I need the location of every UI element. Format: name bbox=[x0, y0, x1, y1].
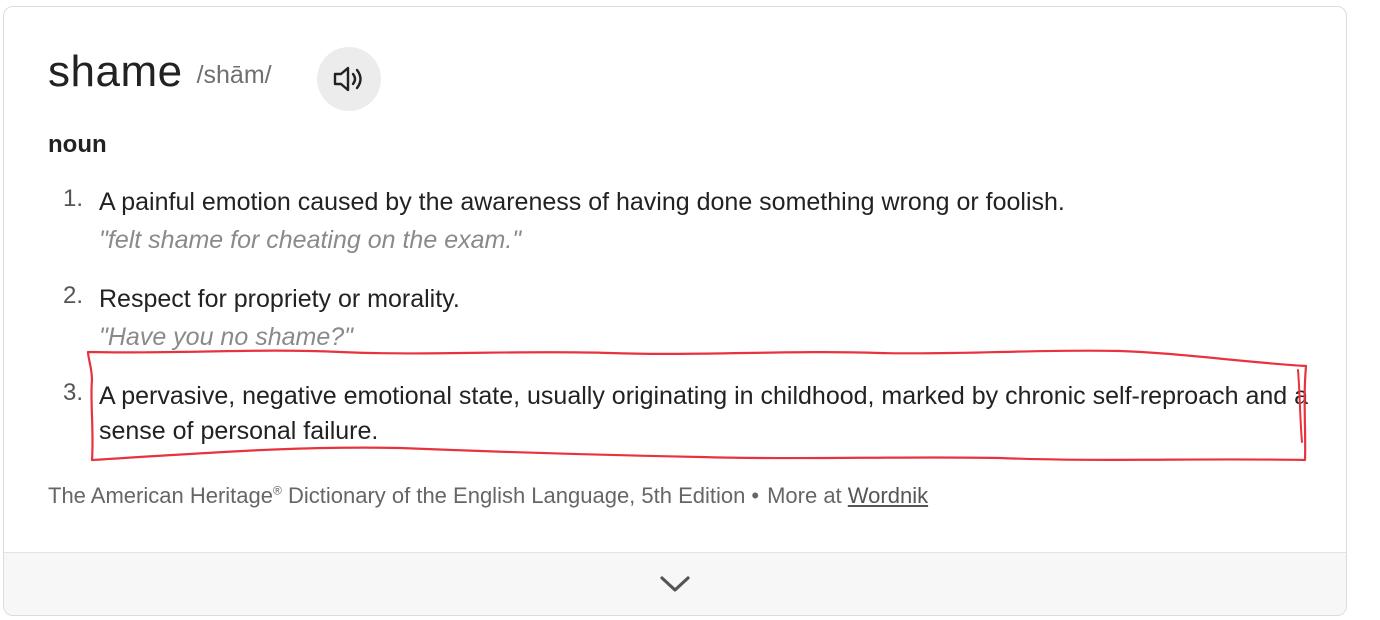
definition-list: 1. A painful emotion caused by the aware… bbox=[48, 185, 1318, 471]
part-of-speech: noun bbox=[48, 131, 107, 158]
play-audio-button[interactable] bbox=[317, 47, 381, 111]
headword-row: shame /shām/ bbox=[48, 47, 381, 111]
definition-example: "felt shame for cheating on the exam." bbox=[99, 226, 522, 254]
definition-example: "Have you no shame?" bbox=[99, 323, 354, 351]
definition-text: A pervasive, negative emotional state, u… bbox=[99, 382, 1309, 445]
definition-item: 2. Respect for propriety or morality. "H… bbox=[48, 282, 1318, 357]
headword: shame bbox=[48, 47, 183, 96]
definition-text: Respect for propriety or morality. bbox=[99, 285, 460, 313]
pronunciation: /shām/ bbox=[196, 60, 272, 89]
speaker-icon bbox=[333, 66, 362, 92]
dictionary-card: shame /shām/ noun 1. A painful emotion c… bbox=[3, 6, 1347, 616]
separator-dot: • bbox=[751, 483, 760, 508]
wordnik-link[interactable]: Wordnik bbox=[848, 483, 928, 508]
definition-number: 2. bbox=[63, 282, 84, 309]
definition-number: 3. bbox=[63, 379, 84, 406]
definition-text: A painful emotion caused by the awarenes… bbox=[99, 188, 1065, 216]
more-at-label: More at bbox=[767, 483, 842, 508]
dictionary-name: The American Heritage bbox=[48, 483, 273, 508]
expand-button[interactable] bbox=[4, 552, 1346, 615]
source-attribution: The American Heritage® Dictionary of the… bbox=[48, 483, 928, 509]
registered-mark: ® bbox=[273, 483, 282, 498]
definition-item: 1. A painful emotion caused by the aware… bbox=[48, 185, 1318, 260]
definition-number: 1. bbox=[63, 185, 84, 212]
dictionary-edition: Dictionary of the English Language, 5th … bbox=[281, 483, 746, 508]
chevron-down-icon bbox=[660, 576, 690, 592]
definition-item: 3. A pervasive, negative emotional state… bbox=[48, 379, 1318, 449]
